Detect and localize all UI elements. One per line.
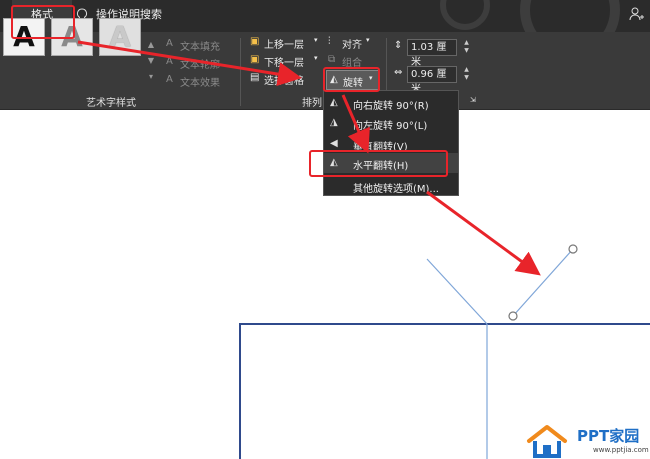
menu-item-more-rotation[interactable]: 其他旋转选项(M)...	[324, 176, 458, 196]
rotate-left-icon: ◮	[330, 117, 338, 128]
rotate-menu: ◭ 向右旋转 90°(R) ◮ 向左旋转 90°(L) ◀ 垂直翻转(V) ◭ …	[323, 90, 459, 196]
menu-item-flip-vertical[interactable]: ◀ 垂直翻转(V)	[324, 134, 458, 154]
text-effects-button[interactable]: 文本效果	[180, 74, 220, 89]
wordart-style-1[interactable]: A	[3, 18, 45, 56]
wordart-style-3[interactable]: A	[99, 18, 141, 56]
send-backward-button[interactable]: 下移一层	[264, 54, 304, 69]
height-spinner[interactable]: ▲ ▼	[462, 39, 471, 56]
menu-item-rotate-left[interactable]: ◮ 向左旋转 90°(L)	[324, 113, 458, 133]
ribbon-tab-bar: 格式 操作说明搜索	[0, 0, 650, 60]
dialog-launcher-icon[interactable]: ⇲	[470, 96, 476, 104]
shape-width-input[interactable]: 0.96 厘米	[407, 66, 457, 95]
bring-forward-button[interactable]: 上移一层	[264, 36, 304, 51]
text-outline-icon: A	[166, 56, 173, 67]
align-button[interactable]: 对齐	[342, 36, 362, 51]
shape-height-icon: ⇕	[394, 40, 403, 51]
send-backward-icon: ▣	[250, 54, 260, 65]
width-spinner[interactable]: ▲ ▼	[462, 66, 471, 83]
chevron-down-icon[interactable]: ▾	[366, 36, 370, 44]
watermark-logo: PPT家园 www.pptjia.com	[523, 422, 650, 459]
text-fill-button[interactable]: 文本填充	[180, 38, 220, 53]
rotate-right-icon: ◭	[330, 97, 338, 108]
group-icon: ⧉	[328, 54, 336, 65]
selection-pane-button[interactable]: 选择窗格	[264, 72, 304, 87]
shape-height-input[interactable]: 1.03 厘米	[407, 39, 457, 68]
chevron-down-icon: ▾	[369, 74, 373, 82]
group-separator	[240, 38, 241, 106]
rotate-icon: ◭	[330, 74, 338, 85]
text-effects-icon: A	[166, 74, 173, 85]
rotate-label: 旋转	[343, 78, 363, 89]
menu-item-rotate-right[interactable]: ◭ 向右旋转 90°(R)	[324, 93, 458, 113]
group-button[interactable]: 组合	[342, 54, 362, 69]
chevron-down-icon[interactable]: ▾	[314, 36, 318, 44]
gallery-up-icon[interactable]: ▲	[145, 40, 157, 52]
menu-item-flip-horizontal[interactable]: ◭ 水平翻转(H)	[324, 153, 458, 173]
user-icon[interactable]	[628, 6, 646, 24]
selection-pane-icon: ▤	[250, 72, 260, 83]
flip-vertical-icon: ◀	[330, 138, 338, 149]
text-outline-button[interactable]: 文本轮廓	[180, 56, 220, 71]
flip-horizontal-icon: ◭	[330, 157, 338, 168]
rotate-button[interactable]: ◭ 旋转 ▾	[326, 70, 380, 90]
shape-width-icon: ⇔	[394, 67, 403, 78]
watermark-title: PPT家园	[577, 427, 640, 445]
text-fill-icon: A	[166, 38, 173, 49]
house-logo-icon	[527, 425, 567, 458]
group-label-arrange: 排列	[302, 98, 322, 109]
decorative-ring	[440, 0, 490, 30]
group-label-wordart: 艺术字样式	[86, 98, 136, 109]
align-icon: ⫶	[328, 36, 331, 47]
bring-forward-icon: ▣	[250, 36, 260, 47]
gallery-more-icon[interactable]: ▾	[145, 72, 157, 84]
gallery-down-icon[interactable]: ▼	[145, 56, 157, 68]
watermark-url: www.pptjia.com	[593, 446, 649, 454]
chevron-down-icon[interactable]: ▾	[314, 54, 318, 62]
wordart-style-2[interactable]: A	[51, 18, 93, 56]
